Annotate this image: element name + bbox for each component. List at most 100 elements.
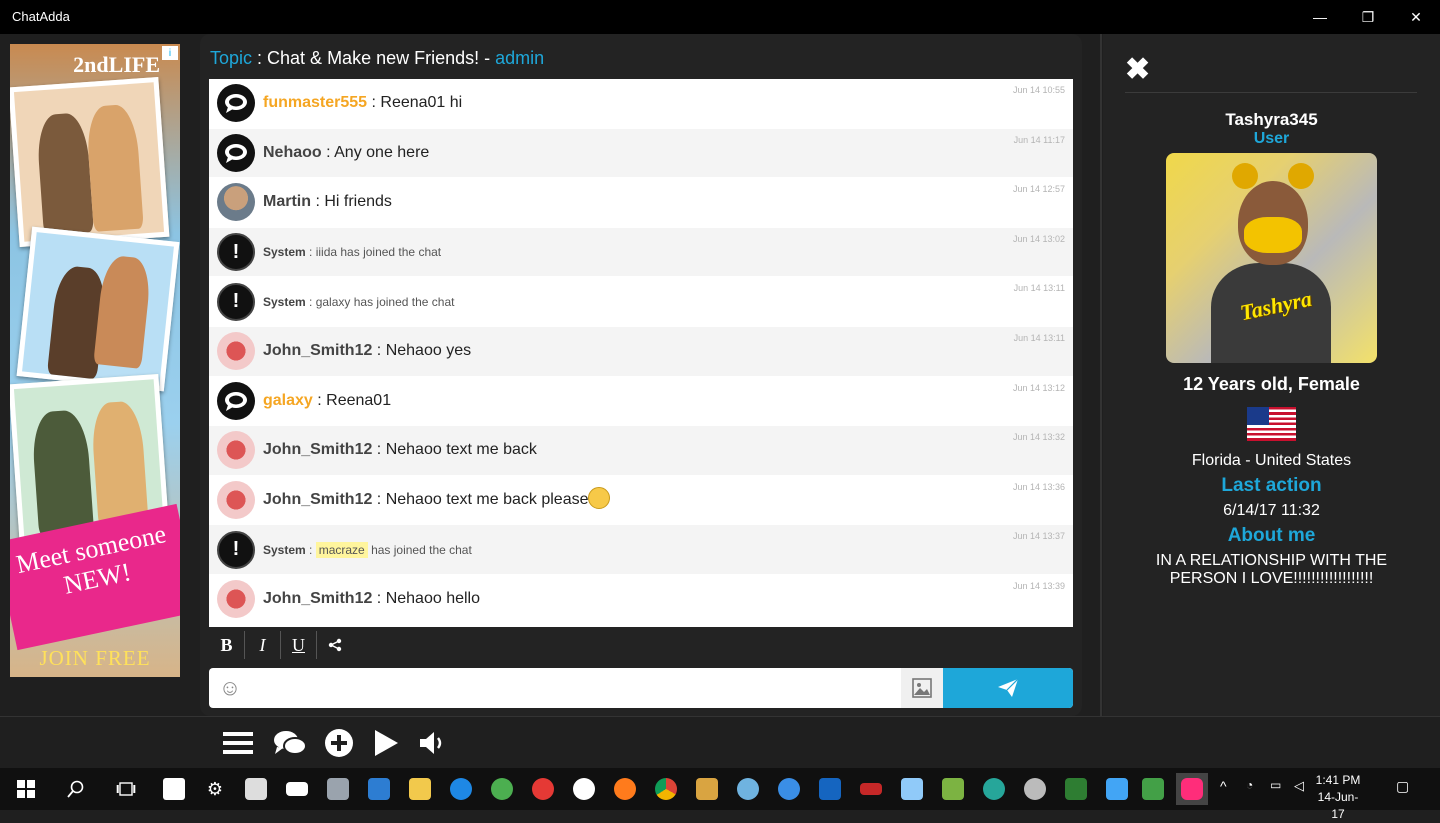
message-row[interactable]: John_Smith12 : Nehaoo text me back Jun 14… (209, 426, 1073, 476)
message-username[interactable]: John_Smith12 (263, 342, 372, 359)
task-view-button[interactable] (110, 773, 142, 805)
app-icon-15[interactable] (691, 773, 723, 805)
message-list[interactable]: funmaster555 : Reena01 hi Jun 14 10:55 Neh… (209, 79, 1073, 627)
user-avatar[interactable] (217, 332, 255, 371)
app-icon-25[interactable] (1101, 773, 1133, 805)
app-icon-20[interactable] (896, 773, 928, 805)
message-username[interactable]: funmaster555 (263, 94, 367, 111)
message-row[interactable]: funmaster555 : Reena01 hi Jun 14 10:55 (209, 79, 1073, 129)
user-avatar[interactable] (217, 580, 255, 619)
app-icon-24[interactable] (1060, 773, 1092, 805)
minimize-button[interactable]: — (1296, 0, 1344, 34)
message-row[interactable]: John_Smith12 : Nehaoo text me back pleas… (209, 475, 1073, 526)
settings-app-icon[interactable]: ⚙ (199, 773, 231, 805)
window-close-button[interactable]: ✕ (1392, 0, 1440, 34)
app-icon-7[interactable] (363, 773, 395, 805)
app-icon-26[interactable] (1138, 773, 1168, 805)
message-row[interactable]: ! System : iiida has joined the chat Jun 1… (209, 227, 1073, 278)
app-icon-12[interactable] (568, 773, 600, 805)
message-body: : Any one here (321, 143, 430, 161)
message-row[interactable]: John_Smith12 : Nehaoo hello Jun 14 13:39 (209, 574, 1073, 625)
search-button[interactable] (60, 773, 92, 805)
underline-button[interactable]: U (281, 631, 317, 659)
calculator-app-icon[interactable] (240, 773, 272, 805)
start-button[interactable] (10, 773, 42, 805)
system-alert-icon[interactable]: ! (217, 282, 255, 321)
user-avatar[interactable] (217, 133, 255, 172)
app-icon-17[interactable] (773, 773, 805, 805)
send-button[interactable] (943, 668, 1073, 708)
share-button[interactable] (317, 631, 353, 659)
menu-button[interactable] (220, 725, 256, 761)
taskbar-clock[interactable]: 1:41 PM 14-Jun-17 (1312, 772, 1364, 823)
battery-icon[interactable]: ▭ (1270, 778, 1281, 792)
emoji-picker-button[interactable]: ☺ (209, 668, 251, 708)
app-icon-22[interactable] (978, 773, 1010, 805)
chat-rooms-button[interactable] (272, 725, 308, 761)
store-app-icon[interactable] (158, 773, 190, 805)
bold-button[interactable]: B (209, 631, 245, 659)
message-body: : galaxy has joined the chat (305, 294, 455, 309)
user-avatar[interactable] (217, 381, 255, 420)
app-icon-16[interactable] (732, 773, 764, 805)
notification-icon[interactable]: ▢ (1396, 778, 1409, 795)
message-row[interactable]: galaxy : Reena01 Jun 14 13:12 (209, 376, 1073, 427)
user-avatar[interactable] (217, 183, 255, 222)
ad-info-icon[interactable]: i (162, 46, 178, 60)
message-body: : Reena01 hi (367, 94, 463, 112)
play-button[interactable] (368, 725, 404, 761)
message-username[interactable]: John_Smith12 (263, 590, 372, 607)
mail-app-icon[interactable] (281, 773, 313, 805)
message-row[interactable]: ! System : galaxy has joined the chat Jun … (209, 277, 1073, 327)
message-body: : Nehaoo text me back (372, 441, 537, 459)
app-icon-18[interactable] (814, 773, 846, 805)
message-timestamp: Jun 14 12:57 (1012, 184, 1065, 195)
message-timestamp: Jun 14 13:11 (1013, 332, 1065, 343)
message-row[interactable]: ! System : macraze has joined the chat Jun… (209, 525, 1073, 575)
topic-author-link[interactable]: admin (495, 48, 544, 68)
app-icon-23[interactable] (1019, 773, 1051, 805)
message-username[interactable]: galaxy (263, 392, 313, 409)
message-username[interactable]: System (263, 295, 306, 309)
app-icon-19[interactable] (855, 773, 887, 805)
ad-banner[interactable]: i 2ndLIFE Meet someone NEW! JOIN FREE (10, 44, 180, 677)
add-button[interactable] (321, 725, 357, 761)
message-row[interactable]: John_Smith12 : Nehaoo yes Jun 14 13:11 (209, 326, 1073, 377)
system-alert-icon[interactable]: ! (217, 233, 255, 272)
chrome-browser-icon[interactable] (650, 773, 682, 805)
message-username[interactable]: System (263, 245, 306, 259)
profile-photo[interactable]: Tashyra (1166, 153, 1377, 363)
user-avatar[interactable] (217, 431, 255, 470)
message-body: : Hi friends (311, 193, 392, 211)
opera-browser-icon[interactable] (527, 773, 559, 805)
ad-join-button[interactable]: JOIN FREE (10, 646, 180, 671)
highlighted-username[interactable]: macraze (315, 541, 368, 558)
profile-close-button[interactable]: ✖ (1125, 52, 1150, 87)
user-avatar[interactable] (217, 84, 255, 123)
tray-expand-icon[interactable]: ^ (1220, 778, 1227, 794)
message-username[interactable]: System (263, 543, 306, 557)
maximize-button[interactable]: ❐ (1344, 0, 1392, 34)
message-username[interactable]: Nehaoo (263, 144, 322, 161)
message-username[interactable]: John_Smith12 (263, 441, 372, 458)
app-icon-10[interactable] (486, 773, 518, 805)
message-username[interactable]: John_Smith12 (263, 491, 372, 508)
system-alert-icon[interactable]: ! (217, 530, 255, 569)
profile-rank: User (1253, 130, 1290, 147)
volume-icon[interactable]: ◁ (1294, 778, 1304, 794)
image-upload-button[interactable] (901, 668, 943, 708)
sound-button[interactable] (414, 725, 450, 761)
message-row[interactable]: Martin : Hi friends Jun 14 12:57 (209, 178, 1073, 228)
firefox-browser-icon[interactable] (609, 773, 641, 805)
app-icon-6[interactable] (322, 773, 354, 805)
user-avatar[interactable] (217, 481, 255, 520)
message-row[interactable]: Nehaoo : Any one here Jun 14 11:17 (209, 128, 1073, 179)
file-explorer-icon[interactable] (404, 773, 436, 805)
wifi-icon[interactable]: ◔ (1246, 778, 1253, 792)
message-input[interactable] (251, 668, 901, 708)
app-icon-21[interactable] (937, 773, 969, 805)
chatadda-app-icon[interactable] (1176, 773, 1208, 805)
message-username[interactable]: Martin (263, 193, 311, 210)
edge-browser-icon[interactable] (445, 773, 477, 805)
italic-button[interactable]: I (245, 631, 281, 659)
